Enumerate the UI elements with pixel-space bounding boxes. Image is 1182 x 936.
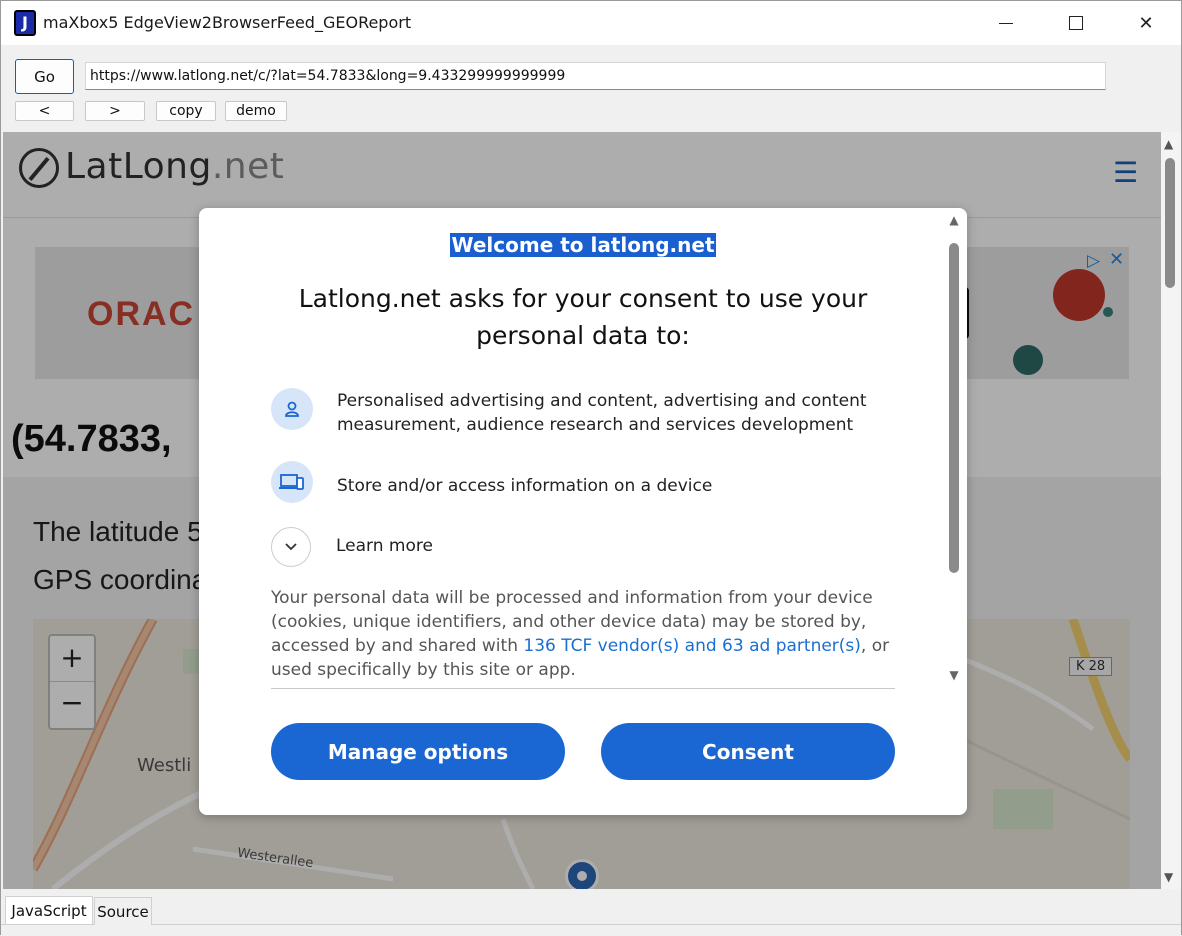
back-button[interactable]: < — [15, 101, 74, 121]
consent-title: Welcome to latlong.net — [199, 233, 939, 257]
app-icon: J — [14, 10, 36, 36]
page-scrollbar[interactable]: ▲ ▼ — [1161, 132, 1181, 889]
scroll-up-arrow-icon[interactable]: ▲ — [946, 213, 962, 227]
chevron-down-icon[interactable] — [271, 527, 311, 567]
divider — [271, 688, 895, 689]
consent-button[interactable]: Consent — [601, 723, 895, 780]
bottom-tab-bar: JavaScript Source — [1, 891, 1181, 936]
consent-heading: Latlong.net asks for your consent to use… — [298, 284, 868, 350]
divider — [1, 924, 1181, 925]
maximize-button[interactable] — [1047, 1, 1105, 45]
close-button[interactable]: ✕ — [1117, 1, 1175, 45]
url-input[interactable]: https://www.latlong.net/c/?lat=54.7833&l… — [85, 62, 1106, 90]
modal-scrollbar-thumb[interactable] — [949, 243, 959, 573]
scroll-up-arrow-icon[interactable]: ▲ — [1164, 137, 1173, 151]
minimize-icon — [999, 22, 1013, 24]
tab-source[interactable]: Source — [94, 897, 152, 925]
purpose-text: Personalised advertising and content, ad… — [337, 391, 867, 435]
page-scrollbar-thumb[interactable] — [1165, 158, 1175, 288]
copy-button[interactable]: copy — [156, 101, 216, 121]
minimize-button[interactable] — [977, 1, 1035, 45]
browser-viewport[interactable]: LatLong.net ☰ ORAC ▷ ✕ (54.7833, The lat… — [3, 132, 1161, 889]
purpose-text: Store and/or access information on a dev… — [337, 476, 713, 496]
person-icon — [271, 388, 313, 430]
data-disclosure-text: Your personal data will be processed and… — [271, 586, 891, 682]
go-button[interactable]: Go — [15, 59, 74, 94]
consent-dialog: Welcome to latlong.net Latlong.net asks … — [199, 208, 967, 815]
close-icon: ✕ — [1138, 12, 1154, 34]
manage-options-button[interactable]: Manage options — [271, 723, 565, 780]
consent-scroll-area[interactable]: Welcome to latlong.net Latlong.net asks … — [199, 208, 939, 692]
tab-javascript[interactable]: JavaScript — [5, 896, 93, 924]
scroll-down-arrow-icon[interactable]: ▼ — [1164, 870, 1173, 884]
scroll-down-arrow-icon[interactable]: ▼ — [946, 668, 962, 682]
demo-button[interactable]: demo — [225, 101, 287, 121]
window-title: maXbox5 EdgeView2BrowserFeed_GEOReport — [43, 13, 412, 32]
devices-icon — [271, 461, 313, 503]
vendors-link[interactable]: 136 TCF vendor(s) and 63 ad partner(s) — [523, 636, 861, 656]
title-bar: J maXbox5 EdgeView2BrowserFeed_GEOReport… — [1, 1, 1181, 45]
maximize-icon — [1069, 16, 1083, 30]
consent-title-text: Welcome to latlong.net — [450, 233, 716, 257]
learn-more-label[interactable]: Learn more — [336, 536, 433, 556]
app-window: J maXbox5 EdgeView2BrowserFeed_GEOReport… — [0, 0, 1182, 936]
forward-button[interactable]: > — [85, 101, 145, 121]
